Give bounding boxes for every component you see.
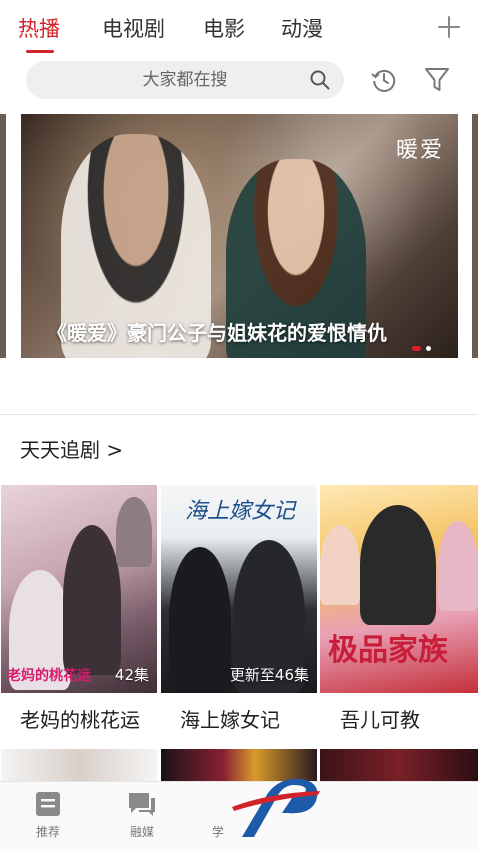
section-divider <box>0 414 478 415</box>
banner-show-logo: 暖爱 <box>395 138 444 163</box>
filter-icon[interactable] <box>424 66 450 94</box>
banner-dot <box>426 346 431 351</box>
tab-movies[interactable]: 电影 <box>203 14 245 44</box>
nav-label: 融媒 <box>129 825 154 839</box>
episode-badge: 更新至46集 <box>229 666 309 684</box>
show-title-1[interactable]: 老妈的桃花运 <box>20 706 140 734</box>
banner-pagination <box>412 338 436 357</box>
nav-label: 推荐 <box>35 825 60 839</box>
poster-figure <box>438 521 478 611</box>
search-bar[interactable]: 大家都在搜 <box>26 61 344 99</box>
nav-item-media[interactable]: 融媒 <box>112 790 172 840</box>
banner-dot-active <box>412 346 421 351</box>
tab-anime[interactable]: 动漫 <box>281 14 323 44</box>
poster-art-title: 极品家族 <box>328 633 448 668</box>
active-tab-indicator <box>26 50 54 53</box>
poster-figure <box>320 525 360 605</box>
history-icon[interactable] <box>370 66 398 94</box>
document-icon <box>36 792 60 816</box>
next-row-poster-peek[interactable] <box>1 749 157 781</box>
show-title-3[interactable]: 吾儿可教 <box>340 706 420 734</box>
top-tab-bar: 热播 电视剧 电影 动漫 <box>0 0 478 58</box>
next-row-poster-peek[interactable] <box>320 749 478 781</box>
chat-icon <box>129 793 155 816</box>
tab-hot[interactable]: 热播 <box>18 14 60 44</box>
tab-tv-series[interactable]: 电视剧 <box>102 14 165 44</box>
poster-figure <box>169 547 231 693</box>
nav-item-recommend[interactable]: 推荐 <box>18 790 78 840</box>
show-poster-3[interactable]: 极品家族 <box>320 485 478 693</box>
featured-banner[interactable]: 暖爱 《暖爱》豪门公子与姐妹花的爱恨情仇 <box>21 114 458 358</box>
poster-art-title: 老妈的桃花运 <box>7 668 91 684</box>
add-channel-icon[interactable] <box>438 16 460 38</box>
section-title-daily-drama[interactable]: 天天追剧 > <box>20 436 123 464</box>
poster-figure <box>63 525 121 675</box>
show-title-2[interactable]: 海上嫁女记 <box>180 706 280 734</box>
poster-figure <box>116 497 152 567</box>
banner-next-peek[interactable] <box>472 114 478 358</box>
episode-badge: 42集 <box>114 666 149 684</box>
poster-art-title: 海上嫁女记 <box>185 499 296 524</box>
search-placeholder: 大家都在搜 <box>142 70 228 90</box>
banner-prev-peek[interactable] <box>0 114 6 358</box>
search-icon[interactable] <box>310 70 330 90</box>
show-poster-2[interactable]: 海上嫁女记 更新至46集 <box>161 485 317 693</box>
study-logo-icon[interactable] <box>228 773 323 843</box>
show-poster-1[interactable]: 老妈的桃花运 42集 <box>1 485 157 693</box>
banner-caption: 《暖爱》豪门公子与姐妹花的爱恨情仇 <box>47 321 387 345</box>
poster-figure <box>360 505 436 625</box>
